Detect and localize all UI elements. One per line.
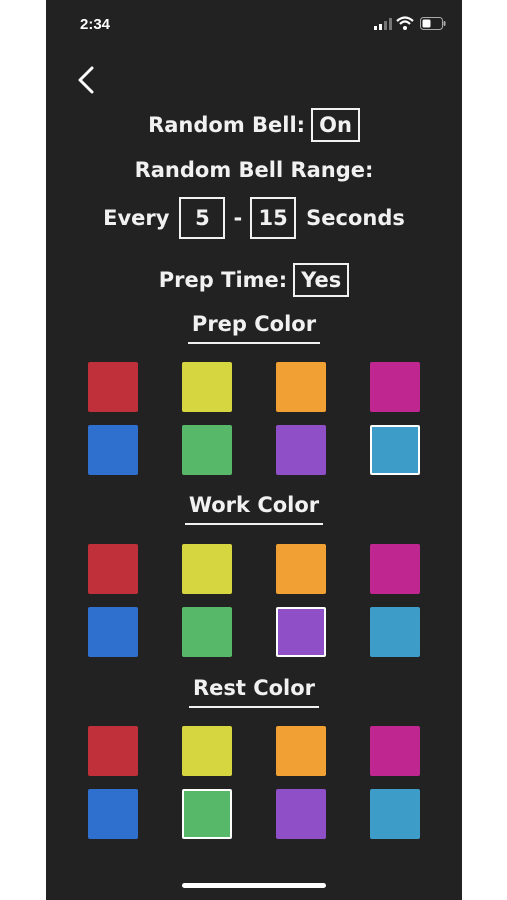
rest-color-heading: Rest Color <box>46 676 462 708</box>
range-every-row: Every 5 - 15 Seconds <box>46 196 462 240</box>
yellow-swatch[interactable] <box>182 544 232 594</box>
red-swatch[interactable] <box>88 726 138 776</box>
prep-color-grid <box>88 362 420 476</box>
every-label: Every <box>103 206 170 230</box>
green-swatch[interactable] <box>182 425 232 475</box>
work-color-grid <box>88 544 420 658</box>
yellow-swatch[interactable] <box>182 362 232 412</box>
prep-time-label: Prep Time: <box>158 268 288 292</box>
prep-color-title: Prep Color <box>187 312 321 344</box>
random-bell-range-row: Random Bell Range: <box>46 154 462 186</box>
back-chevron-icon[interactable] <box>74 64 98 96</box>
teal-swatch[interactable] <box>370 607 420 657</box>
wifi-icon <box>396 16 414 30</box>
magenta-swatch[interactable] <box>370 726 420 776</box>
blue-swatch[interactable] <box>88 789 138 839</box>
rest-color-grid <box>88 726 420 840</box>
orange-swatch[interactable] <box>276 726 326 776</box>
status-bar: 2:34 <box>46 0 462 50</box>
purple-swatch[interactable] <box>276 607 326 657</box>
purple-swatch[interactable] <box>276 425 326 475</box>
orange-swatch[interactable] <box>276 544 326 594</box>
random-bell-label: Random Bell: <box>148 113 306 137</box>
magenta-swatch[interactable] <box>370 362 420 412</box>
battery-icon <box>420 17 446 30</box>
cellular-signal-icon <box>374 18 392 30</box>
range-min-field[interactable]: 5 <box>179 197 226 239</box>
random-bell-toggle[interactable]: On <box>311 108 360 142</box>
range-dash: - <box>233 206 243 230</box>
phone-screen: 2:34 Random Bell: On Random Bell Range: … <box>46 0 462 900</box>
status-time: 2:34 <box>80 16 111 33</box>
green-swatch[interactable] <box>182 607 232 657</box>
red-swatch[interactable] <box>88 362 138 412</box>
teal-swatch[interactable] <box>370 425 420 475</box>
work-color-title: Work Color <box>184 493 324 525</box>
seconds-label: Seconds <box>306 206 405 230</box>
home-indicator[interactable] <box>182 883 326 888</box>
orange-swatch[interactable] <box>276 362 326 412</box>
rest-color-title: Rest Color <box>188 676 320 708</box>
prep-time-toggle[interactable]: Yes <box>293 263 350 297</box>
red-swatch[interactable] <box>88 544 138 594</box>
prep-time-row: Prep Time: Yes <box>46 262 462 298</box>
blue-swatch[interactable] <box>88 607 138 657</box>
range-max-field[interactable]: 15 <box>250 197 297 239</box>
yellow-swatch[interactable] <box>182 726 232 776</box>
work-color-heading: Work Color <box>46 493 462 525</box>
random-bell-row: Random Bell: On <box>46 108 462 142</box>
blue-swatch[interactable] <box>88 425 138 475</box>
random-bell-range-label: Random Bell Range: <box>134 158 374 182</box>
purple-swatch[interactable] <box>276 789 326 839</box>
green-swatch[interactable] <box>182 789 232 839</box>
teal-swatch[interactable] <box>370 789 420 839</box>
prep-color-heading: Prep Color <box>46 312 462 344</box>
magenta-swatch[interactable] <box>370 544 420 594</box>
